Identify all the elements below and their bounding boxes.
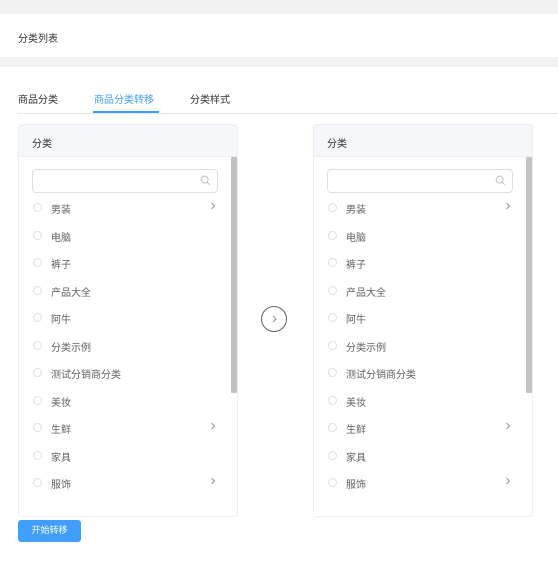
- tab-product-category[interactable]: 商品分类: [18, 91, 58, 106]
- category-item[interactable]: 家具: [19, 443, 227, 471]
- search-icon: [495, 175, 506, 186]
- category-item-label: 测试分销商分类: [51, 370, 121, 381]
- category-item-label: 服饰: [346, 480, 366, 491]
- page-header: 分类列表: [0, 14, 558, 57]
- category-item[interactable]: 分类示例: [314, 333, 522, 361]
- category-radio[interactable]: [328, 450, 337, 460]
- panel-body: 男装电脑裤子产品大全阿牛分类示例测试分销商分类 美妆生鲜家具服饰: [19, 157, 237, 516]
- category-item[interactable]: 美妆: [314, 388, 522, 416]
- category-item[interactable]: 裤子: [19, 250, 227, 278]
- category-radio[interactable]: [33, 230, 42, 240]
- category-item[interactable]: 服饰: [314, 470, 522, 498]
- page-title: 分类列表: [18, 34, 58, 45]
- chevron-right-icon: [272, 315, 277, 323]
- category-radio[interactable]: [328, 313, 337, 322]
- chevron-right-icon[interactable]: [504, 421, 512, 434]
- category-radio[interactable]: [33, 313, 42, 322]
- category-item-label: 电脑: [51, 232, 71, 244]
- category-item-label: 裤子: [346, 260, 366, 271]
- category-list: 男装电脑裤子产品大全阿牛分类示例测试分销商分类 美妆生鲜家具服饰: [314, 195, 522, 498]
- category-radio[interactable]: [328, 368, 337, 377]
- category-item-label: 家具: [346, 452, 366, 464]
- start-transfer-button[interactable]: 开始转移: [18, 520, 81, 542]
- tab-category-transfer[interactable]: 商品分类转移: [94, 91, 154, 106]
- category-radio[interactable]: [328, 203, 337, 212]
- tab-bar: 商品分类 商品分类转移 分类样式: [18, 88, 558, 114]
- category-radio[interactable]: [33, 395, 42, 405]
- panel-body: 男装电脑裤子产品大全阿牛分类示例测试分销商分类 美妆生鲜家具服饰: [314, 157, 532, 516]
- category-item[interactable]: 男装: [19, 195, 227, 223]
- category-item[interactable]: 测试分销商分类: [314, 360, 522, 388]
- category-radio[interactable]: [328, 423, 337, 432]
- category-item-label: 电脑: [346, 232, 366, 244]
- category-item-label: 服饰: [51, 480, 71, 491]
- category-radio[interactable]: [328, 395, 337, 405]
- main-content: 商品分类 商品分类转移 分类样式 分类 男装电脑裤子产品大全阿牛分类示例测试分销…: [0, 67, 558, 568]
- category-item-label: 男装: [51, 205, 71, 216]
- chevron-right-icon[interactable]: [209, 476, 217, 489]
- transfer-button[interactable]: [261, 306, 287, 332]
- category-item-label: 裤子: [51, 260, 71, 271]
- category-radio[interactable]: [328, 285, 337, 295]
- target-category-panel: 分类 男装电脑裤子产品大全阿牛分类示例测试分销商分类 美妆生鲜家具服饰: [313, 124, 533, 517]
- category-item[interactable]: 男装: [314, 195, 522, 223]
- panel-header-label: 分类: [327, 139, 347, 150]
- category-radio[interactable]: [33, 450, 42, 460]
- category-radio[interactable]: [33, 203, 42, 212]
- source-category-panel: 分类 男装电脑裤子产品大全阿牛分类示例测试分销商分类 美妆生鲜家具服饰: [18, 124, 238, 517]
- category-radio[interactable]: [328, 340, 337, 350]
- category-item[interactable]: 阿牛: [314, 305, 522, 333]
- category-item-label: 测试分销商分类: [346, 370, 416, 381]
- category-item-label: 美妆: [51, 397, 71, 409]
- category-radio[interactable]: [328, 258, 337, 267]
- category-item[interactable]: 分类示例: [19, 333, 227, 361]
- search-icon: [200, 175, 211, 186]
- category-item-label: 生鲜: [51, 425, 71, 436]
- category-item[interactable]: 家具: [314, 443, 522, 471]
- category-item[interactable]: 服饰: [19, 470, 227, 498]
- chevron-right-icon[interactable]: [209, 201, 217, 214]
- category-item-label: 家具: [51, 452, 71, 464]
- search-input[interactable]: [327, 169, 513, 193]
- chevron-right-icon[interactable]: [209, 421, 217, 434]
- panel-header: 分类: [19, 125, 237, 157]
- category-item-label: 男装: [346, 205, 366, 216]
- scrollbar[interactable]: [526, 157, 532, 393]
- category-item[interactable]: 生鲜: [19, 415, 227, 443]
- category-item-label: 产品大全: [51, 287, 91, 299]
- category-item[interactable]: 电脑: [314, 223, 522, 251]
- category-item-label: 分类示例: [346, 342, 386, 354]
- category-radio[interactable]: [33, 340, 42, 350]
- category-item-label: 产品大全: [346, 287, 386, 299]
- category-item-label: 生鲜: [346, 425, 366, 436]
- category-radio[interactable]: [328, 478, 337, 487]
- category-item[interactable]: 裤子: [314, 250, 522, 278]
- category-radio[interactable]: [33, 423, 42, 432]
- active-tab-indicator: [93, 111, 159, 113]
- category-item[interactable]: 电脑: [19, 223, 227, 251]
- category-item[interactable]: 产品大全: [19, 278, 227, 306]
- category-item-label: 阿牛: [51, 315, 71, 326]
- category-item-label: 分类示例: [51, 342, 91, 354]
- category-item[interactable]: 产品大全: [314, 278, 522, 306]
- chevron-right-icon[interactable]: [504, 476, 512, 489]
- category-item-label: 美妆: [346, 397, 366, 409]
- category-item[interactable]: 测试分销商分类: [19, 360, 227, 388]
- scrollbar[interactable]: [231, 157, 237, 393]
- category-radio[interactable]: [328, 230, 337, 240]
- category-item[interactable]: 生鲜: [314, 415, 522, 443]
- category-list: 男装电脑裤子产品大全阿牛分类示例测试分销商分类 美妆生鲜家具服饰: [19, 195, 227, 498]
- category-radio[interactable]: [33, 258, 42, 267]
- search-input[interactable]: [32, 169, 218, 193]
- panel-header: 分类: [314, 125, 532, 157]
- category-item[interactable]: 阿牛: [19, 305, 227, 333]
- panel-header-label: 分类: [32, 139, 52, 150]
- category-item-label: 阿牛: [346, 315, 366, 326]
- category-radio[interactable]: [33, 368, 42, 377]
- tab-category-style[interactable]: 分类样式: [190, 91, 230, 106]
- category-radio[interactable]: [33, 478, 42, 487]
- category-item[interactable]: 美妆: [19, 388, 227, 416]
- category-radio[interactable]: [33, 285, 42, 295]
- chevron-right-icon[interactable]: [504, 201, 512, 214]
